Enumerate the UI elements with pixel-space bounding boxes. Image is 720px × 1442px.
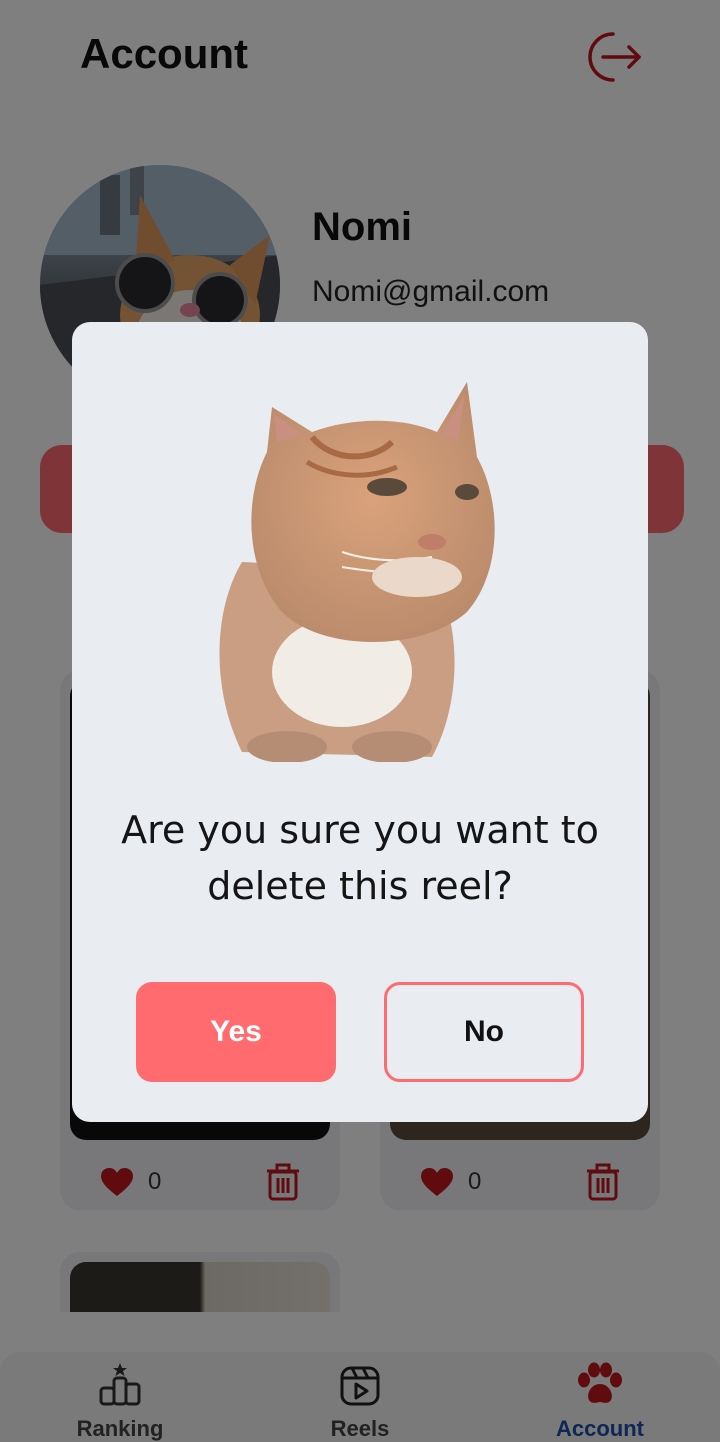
dialog-message: Are you sure you want to delete this ree… [121,808,599,908]
delete-confirm-dialog: Are you sure you want to delete this ree… [72,322,648,1122]
no-button[interactable]: No [384,982,584,1082]
yes-button[interactable]: Yes [136,982,336,1082]
account-screen: Account Nomi Nomi@gmail.com [0,0,720,1442]
cat-image [219,382,495,762]
